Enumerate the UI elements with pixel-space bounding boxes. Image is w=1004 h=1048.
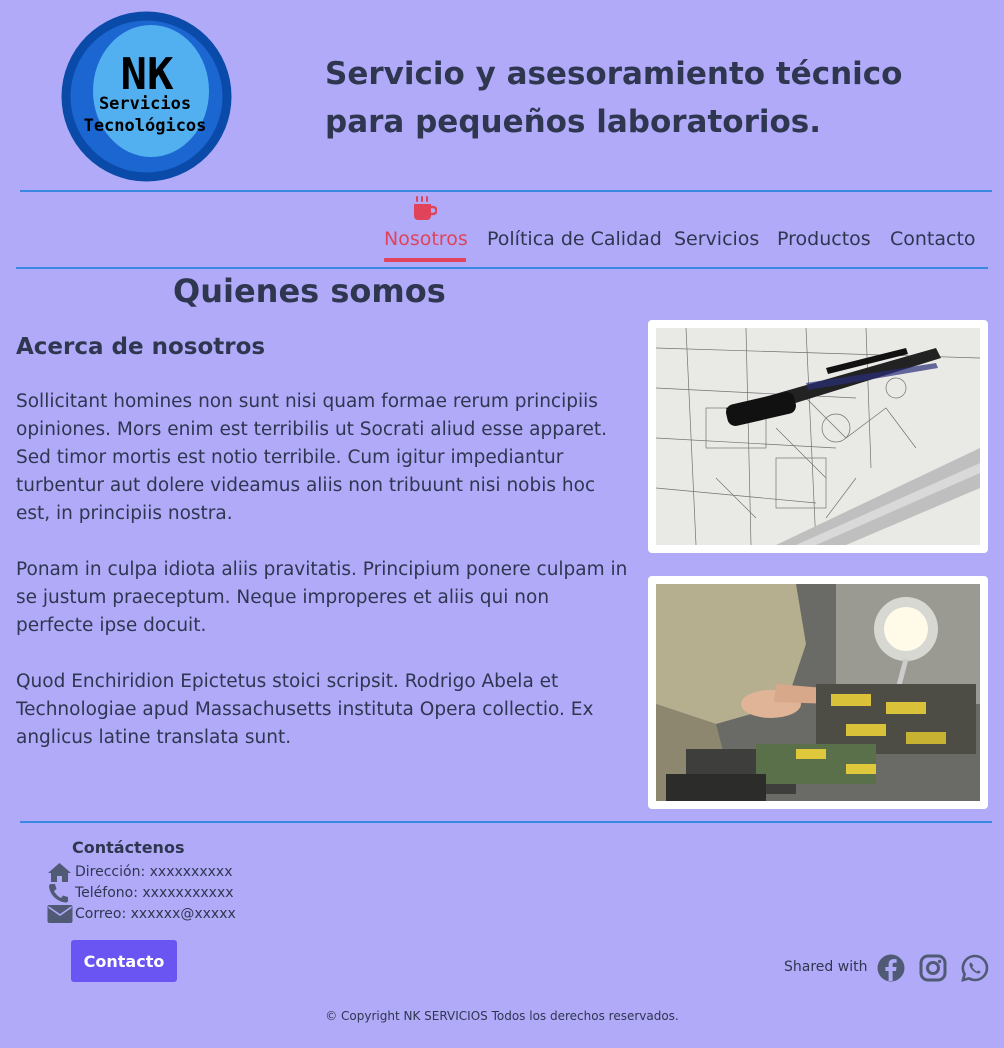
home-icon xyxy=(48,863,71,882)
nav-active-indicator xyxy=(384,258,466,262)
page-title: Quienes somos xyxy=(173,272,446,310)
company-logo[interactable]: NK Servicios Tecnológicos xyxy=(61,11,232,182)
copyright-notice: © Copyright NK SERVICIOS Todos los derec… xyxy=(325,1009,679,1023)
site-tagline: Servicio y asesoramiento técnico para pe… xyxy=(325,50,925,146)
contact-button[interactable]: Contacto xyxy=(71,940,177,982)
nav-item-productos[interactable]: Productos xyxy=(777,228,871,250)
nav-item-politica-calidad[interactable]: Política de Calidad xyxy=(487,228,662,250)
coffee-cup-icon xyxy=(414,196,437,220)
shared-with-label: Shared with xyxy=(784,959,868,975)
nav-item-servicios[interactable]: Servicios xyxy=(674,228,759,250)
contact-heading: Contáctenos xyxy=(72,838,185,857)
whatsapp-icon[interactable] xyxy=(961,954,989,982)
tagline-line-1: Servicio y asesoramiento técnico xyxy=(325,56,903,92)
about-paragraph: Ponam in culpa idiota aliis pravitatis. … xyxy=(16,559,628,636)
section-subtitle: Acerca de nosotros xyxy=(16,334,266,360)
envelope-icon xyxy=(47,905,73,923)
logo-title: NK xyxy=(121,49,174,100)
electronics-repair-photo xyxy=(648,576,988,809)
about-paragraph: Sollicitant homines non sunt nisi quam f… xyxy=(16,391,608,524)
tagline-line-2: para pequeños laboratorios. xyxy=(325,104,822,140)
about-paragraph: Quod Enchiridion Epictetus stoici scrips… xyxy=(16,671,594,748)
header-divider xyxy=(20,190,992,192)
nav-divider xyxy=(16,267,988,269)
nav-item-contacto[interactable]: Contacto xyxy=(890,228,976,250)
phone-text: Teléfono: xxxxxxxxxxx xyxy=(75,885,234,901)
blueprint-with-pen-photo xyxy=(648,320,988,553)
logo-line-1: Servicios xyxy=(99,94,191,114)
nav-item-nosotros[interactable]: Nosotros xyxy=(384,228,468,250)
footer-divider xyxy=(20,821,992,823)
email-text: Correo: xxxxxx@xxxxx xyxy=(75,906,236,922)
logo-line-2: Tecnológicos xyxy=(84,116,207,136)
instagram-icon[interactable] xyxy=(919,954,947,982)
facebook-icon[interactable] xyxy=(877,954,905,982)
phone-icon xyxy=(49,884,68,903)
address-text: Dirección: xxxxxxxxxx xyxy=(75,864,233,880)
